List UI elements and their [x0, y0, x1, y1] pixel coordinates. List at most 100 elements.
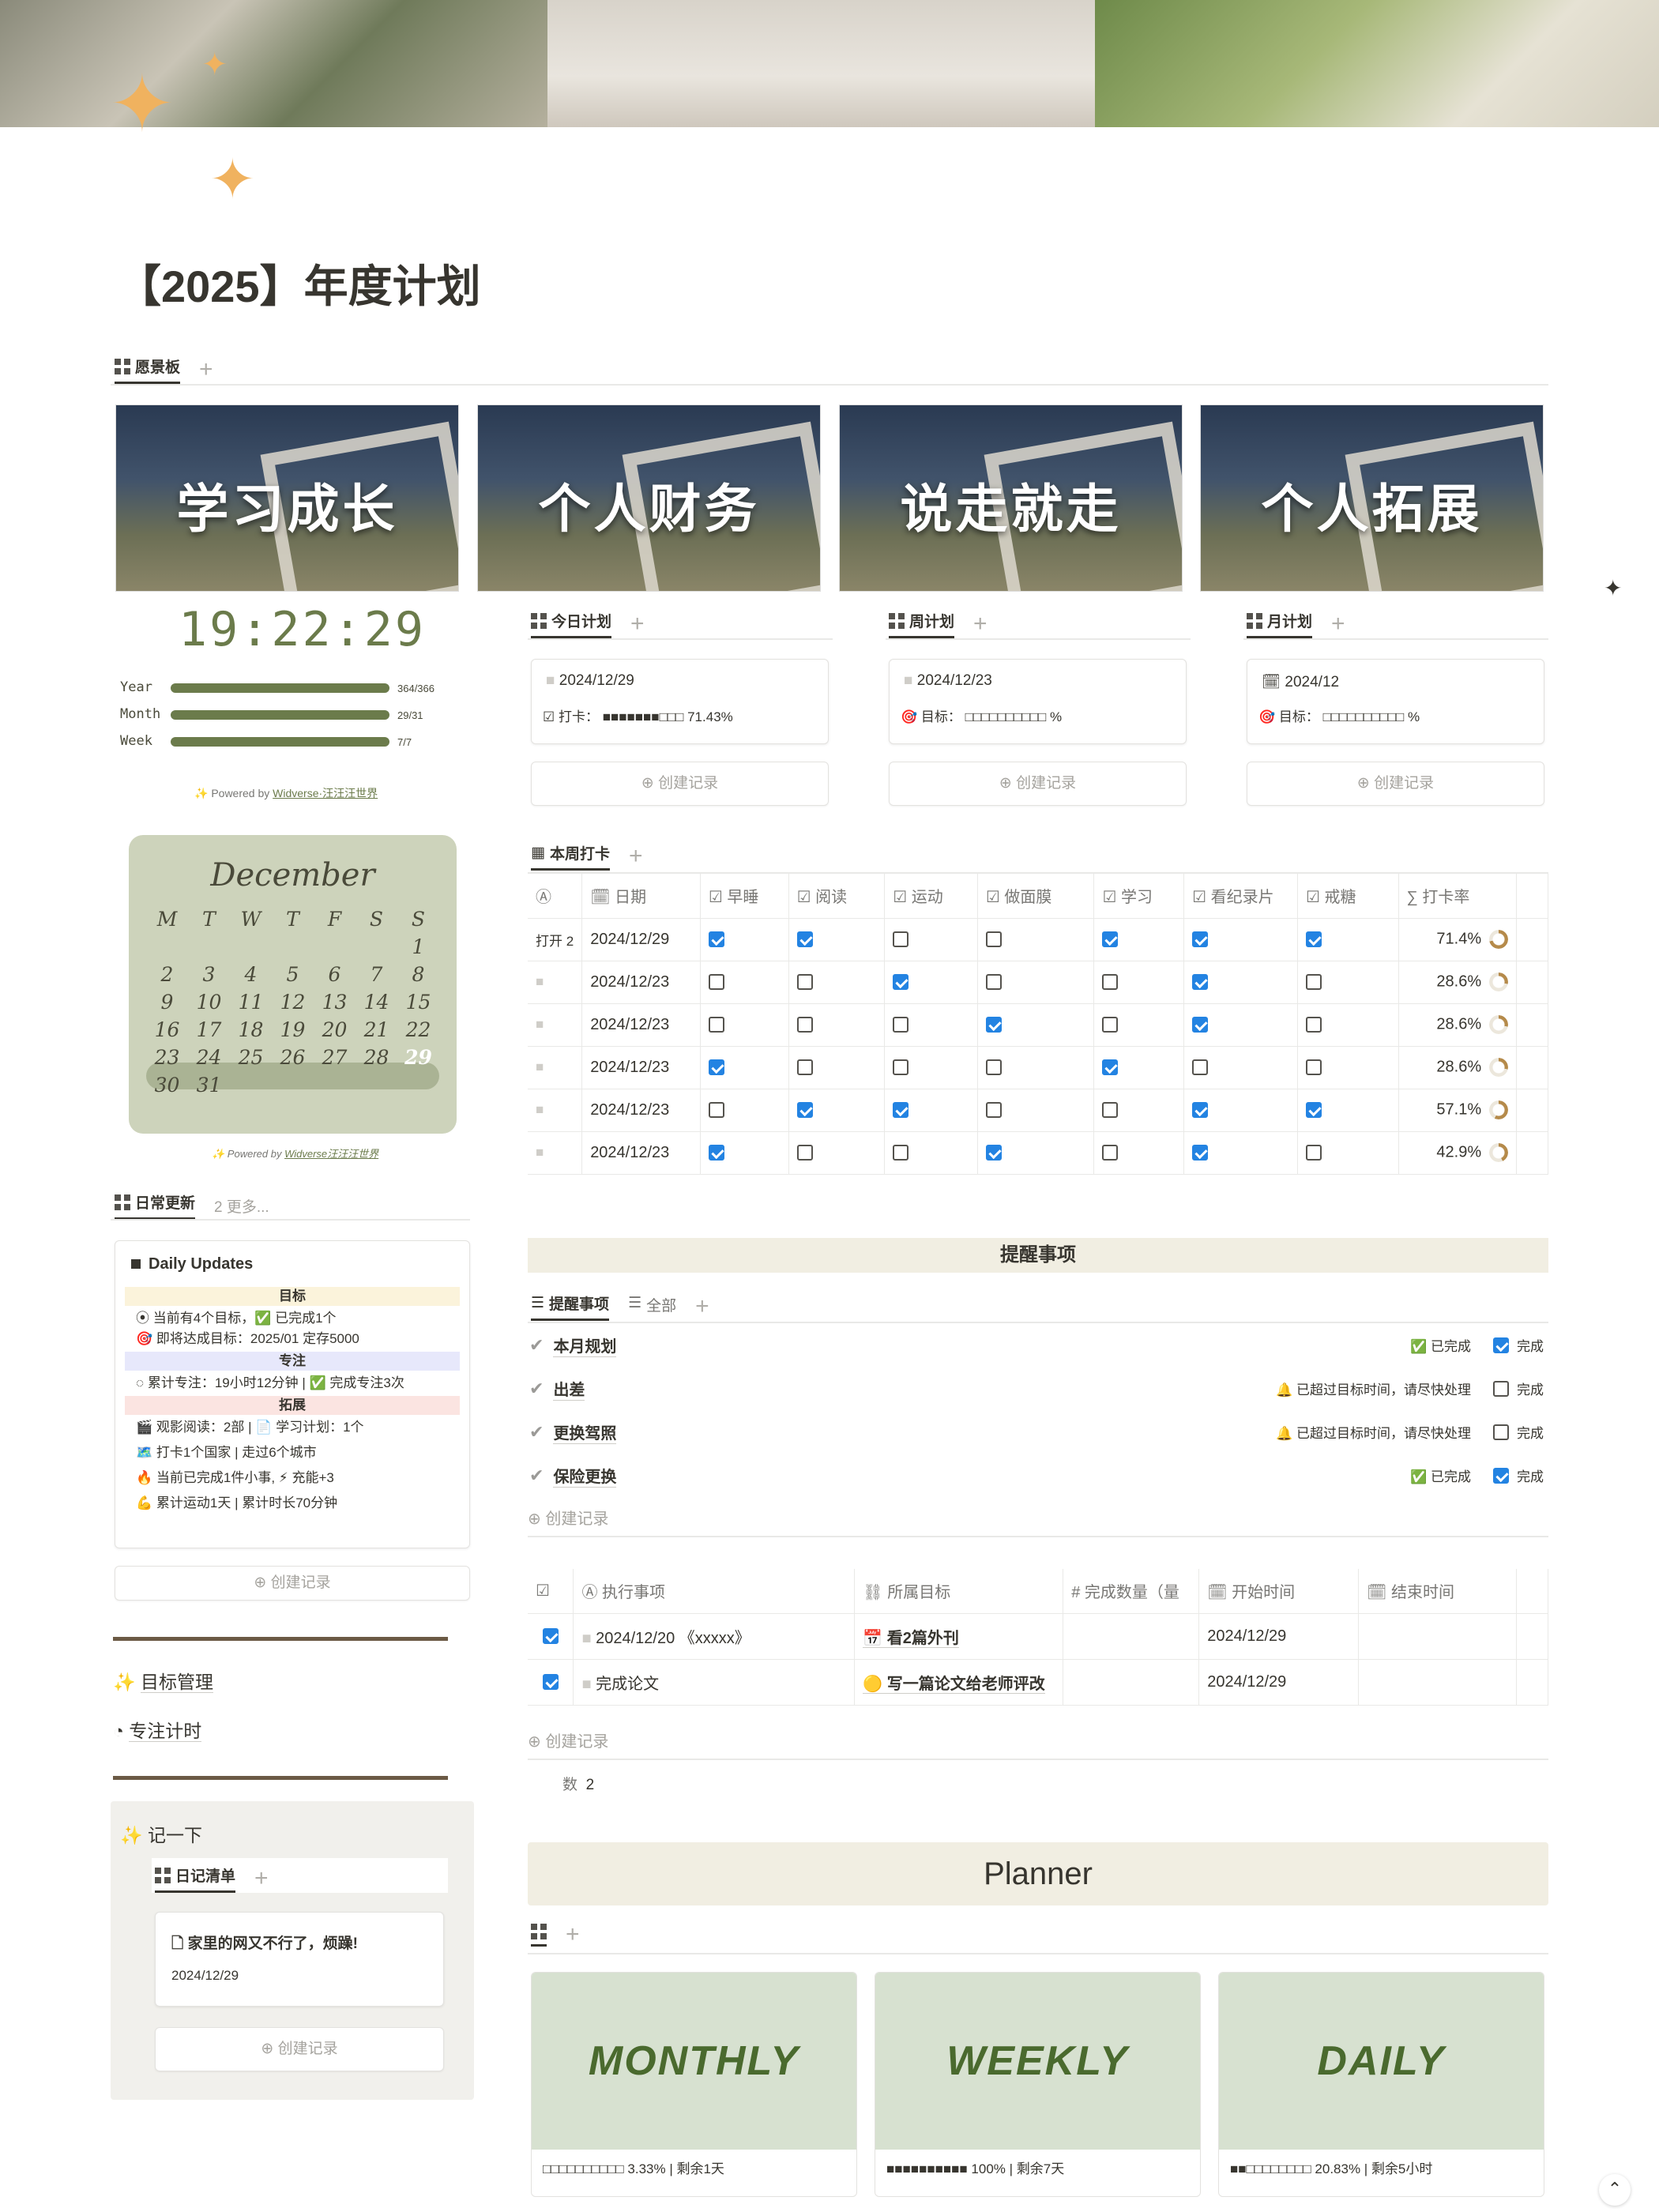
add-view-button[interactable]: +: [973, 611, 988, 638]
calendar-day[interactable]: 15: [397, 991, 439, 1014]
checkbox[interactable]: [893, 1017, 909, 1033]
vision-card-finance[interactable]: 个人财务: [477, 404, 821, 592]
table-row[interactable]: ■ 2024/12/20 《xxxxx》 📅 看2篇外刊 2024/12/29: [528, 1613, 1548, 1660]
tab-planner-gallery[interactable]: [531, 1923, 547, 1947]
month-plan-card[interactable]: 🗓 2024/12 🎯 目标： □□□□□□□□□□ %: [1247, 659, 1544, 744]
row-title[interactable]: ■: [528, 1089, 583, 1132]
checkbox[interactable]: [796, 1017, 813, 1033]
tasks-create-button[interactable]: ⊕ 创建记录: [528, 1729, 608, 1751]
calendar-day[interactable]: 26: [272, 1046, 314, 1069]
table-row[interactable]: ■ 2024/12/23 28.6%: [528, 1003, 1548, 1047]
calendar-day[interactable]: 30: [146, 1074, 188, 1097]
vision-card-learning[interactable]: 学习成长: [115, 404, 459, 592]
row-title[interactable]: ■: [528, 1131, 583, 1175]
diary-entry-card[interactable]: 🗋 家里的网又不行了，烦躁! 2024/12/29: [155, 1912, 444, 2007]
month-plan-create-button[interactable]: ⊕ 创建记录: [1247, 762, 1544, 806]
checkbox[interactable]: [1305, 974, 1322, 991]
tab-weekly-checkin[interactable]: ▦ 本周打卡: [531, 842, 610, 871]
table-row[interactable]: ■ 2024/12/23 28.6%: [528, 961, 1548, 1004]
tab-diary-list[interactable]: 日记清单: [155, 1864, 236, 1893]
calendar-day[interactable]: 17: [188, 1018, 230, 1041]
checkbox[interactable]: [1102, 1145, 1119, 1161]
tab-vision-board[interactable]: 愿景板: [115, 356, 181, 384]
week-plan-create-button[interactable]: ⊕ 创建记录: [889, 762, 1187, 806]
reminder-done-checkbox[interactable]: [1493, 1467, 1509, 1484]
add-view-button[interactable]: +: [695, 1293, 709, 1320]
table-row[interactable]: ■ 完成论文 🟡 写一篇论文给老师评改 2024/12/29: [528, 1659, 1548, 1706]
calendar-day[interactable]: [356, 935, 397, 958]
checkbox[interactable]: [1102, 1059, 1119, 1076]
calendar-day[interactable]: 23: [146, 1046, 188, 1069]
calendar-day-today[interactable]: 29: [397, 1046, 439, 1069]
checkbox[interactable]: [1305, 931, 1322, 948]
tab-daily-updates[interactable]: 日常更新: [115, 1191, 196, 1220]
tab-month-plan[interactable]: 月计划: [1247, 610, 1313, 638]
checkbox[interactable]: [893, 1145, 909, 1161]
reminder-item[interactable]: ✔ 更换驾照 🔔 已超过目标时间，请尽快处理 完成: [528, 1410, 1548, 1454]
calendar-day[interactable]: 19: [272, 1018, 314, 1041]
calendar-day[interactable]: 6: [314, 963, 356, 986]
diary-create-button[interactable]: ⊕ 创建记录: [155, 2027, 444, 2071]
checkbox[interactable]: [1102, 1017, 1119, 1033]
checkbox[interactable]: [708, 1017, 724, 1033]
daily-updates-card[interactable]: Daily Updates 目标 ⦿ 当前有4个目标，✅ 已完成1个 🎯 即将达…: [115, 1240, 470, 1548]
calendar-day[interactable]: 10: [188, 991, 230, 1014]
row-title[interactable]: ■: [528, 1046, 583, 1089]
row-title[interactable]: 打开 2: [528, 918, 583, 961]
add-view-button[interactable]: +: [629, 843, 643, 870]
daily-create-button[interactable]: ⊕ 创建记录: [115, 1566, 470, 1601]
add-view-button[interactable]: +: [1331, 611, 1345, 638]
calendar-day[interactable]: [272, 935, 314, 958]
week-plan-card[interactable]: ■ 2024/12/23 🎯 目标： □□□□□□□□□□ %: [889, 659, 1187, 744]
table-row[interactable]: ■ 2024/12/23 42.9%: [528, 1131, 1548, 1175]
checkbox[interactable]: [542, 1628, 559, 1645]
calendar-day[interactable]: 5: [272, 963, 314, 986]
checkbox[interactable]: [1102, 1102, 1119, 1119]
checkbox[interactable]: [985, 1102, 1002, 1119]
calendar-day[interactable]: 1: [397, 935, 439, 958]
reminder-item[interactable]: ✔ 保险更换 ✅ 已完成 完成: [528, 1454, 1548, 1497]
calendar-powered-link[interactable]: Widverse汪汪汪世界: [284, 1148, 378, 1160]
checkbox[interactable]: [893, 1102, 909, 1119]
reminder-done-checkbox[interactable]: [1493, 1424, 1509, 1440]
calendar-day[interactable]: 8: [397, 963, 439, 986]
checkbox[interactable]: [542, 1674, 559, 1691]
checkbox[interactable]: [708, 931, 724, 948]
checkbox[interactable]: [1192, 1059, 1209, 1076]
checkbox[interactable]: [893, 1059, 909, 1076]
checkbox[interactable]: [985, 1059, 1002, 1076]
calendar-day[interactable]: 18: [230, 1018, 272, 1041]
calendar-day[interactable]: 7: [356, 963, 397, 986]
table-row[interactable]: ■ 2024/12/23 28.6%: [528, 1046, 1548, 1089]
checkbox[interactable]: [1102, 974, 1119, 991]
vision-card-growth[interactable]: 个人拓展: [1200, 404, 1544, 592]
add-view-button[interactable]: +: [199, 356, 213, 383]
row-title[interactable]: ■: [528, 961, 583, 1004]
add-view-button[interactable]: +: [254, 1865, 269, 1892]
reminder-item[interactable]: ✔ 本月规划 ✅ 已完成 完成: [528, 1323, 1548, 1367]
ai-sparkle-icon[interactable]: ✦: [1604, 575, 1622, 601]
checkbox[interactable]: [796, 931, 813, 948]
checkbox[interactable]: [985, 1017, 1002, 1033]
vision-card-travel[interactable]: 说走就走: [839, 404, 1183, 592]
calendar-day[interactable]: 4: [230, 963, 272, 986]
add-view-button[interactable]: +: [630, 611, 645, 638]
calendar-day[interactable]: [146, 935, 188, 958]
powered-link[interactable]: Widverse·汪汪汪世界: [273, 787, 378, 799]
calendar-day[interactable]: 11: [230, 991, 272, 1014]
calendar-day[interactable]: 16: [146, 1018, 188, 1041]
more-views-link[interactable]: 2 更多...: [214, 1195, 269, 1217]
calendar-day[interactable]: 31: [188, 1074, 230, 1097]
reminder-item[interactable]: ✔ 出差 🔔 已超过目标时间，请尽快处理 完成: [528, 1367, 1548, 1410]
reminder-done-checkbox[interactable]: [1493, 1337, 1509, 1353]
calendar-day[interactable]: [314, 935, 356, 958]
checkbox[interactable]: [1305, 1102, 1322, 1119]
checkbox[interactable]: [708, 974, 724, 991]
calendar-day[interactable]: 27: [314, 1046, 356, 1069]
calendar-day[interactable]: 25: [230, 1046, 272, 1069]
table-row[interactable]: 打开 2 2024/12/29 71.4%: [528, 918, 1548, 961]
calendar-day[interactable]: 21: [356, 1018, 397, 1041]
calendar-day[interactable]: 12: [272, 991, 314, 1014]
tab-week-plan[interactable]: 周计划: [889, 610, 955, 638]
table-row[interactable]: ■ 2024/12/23 57.1%: [528, 1089, 1548, 1132]
